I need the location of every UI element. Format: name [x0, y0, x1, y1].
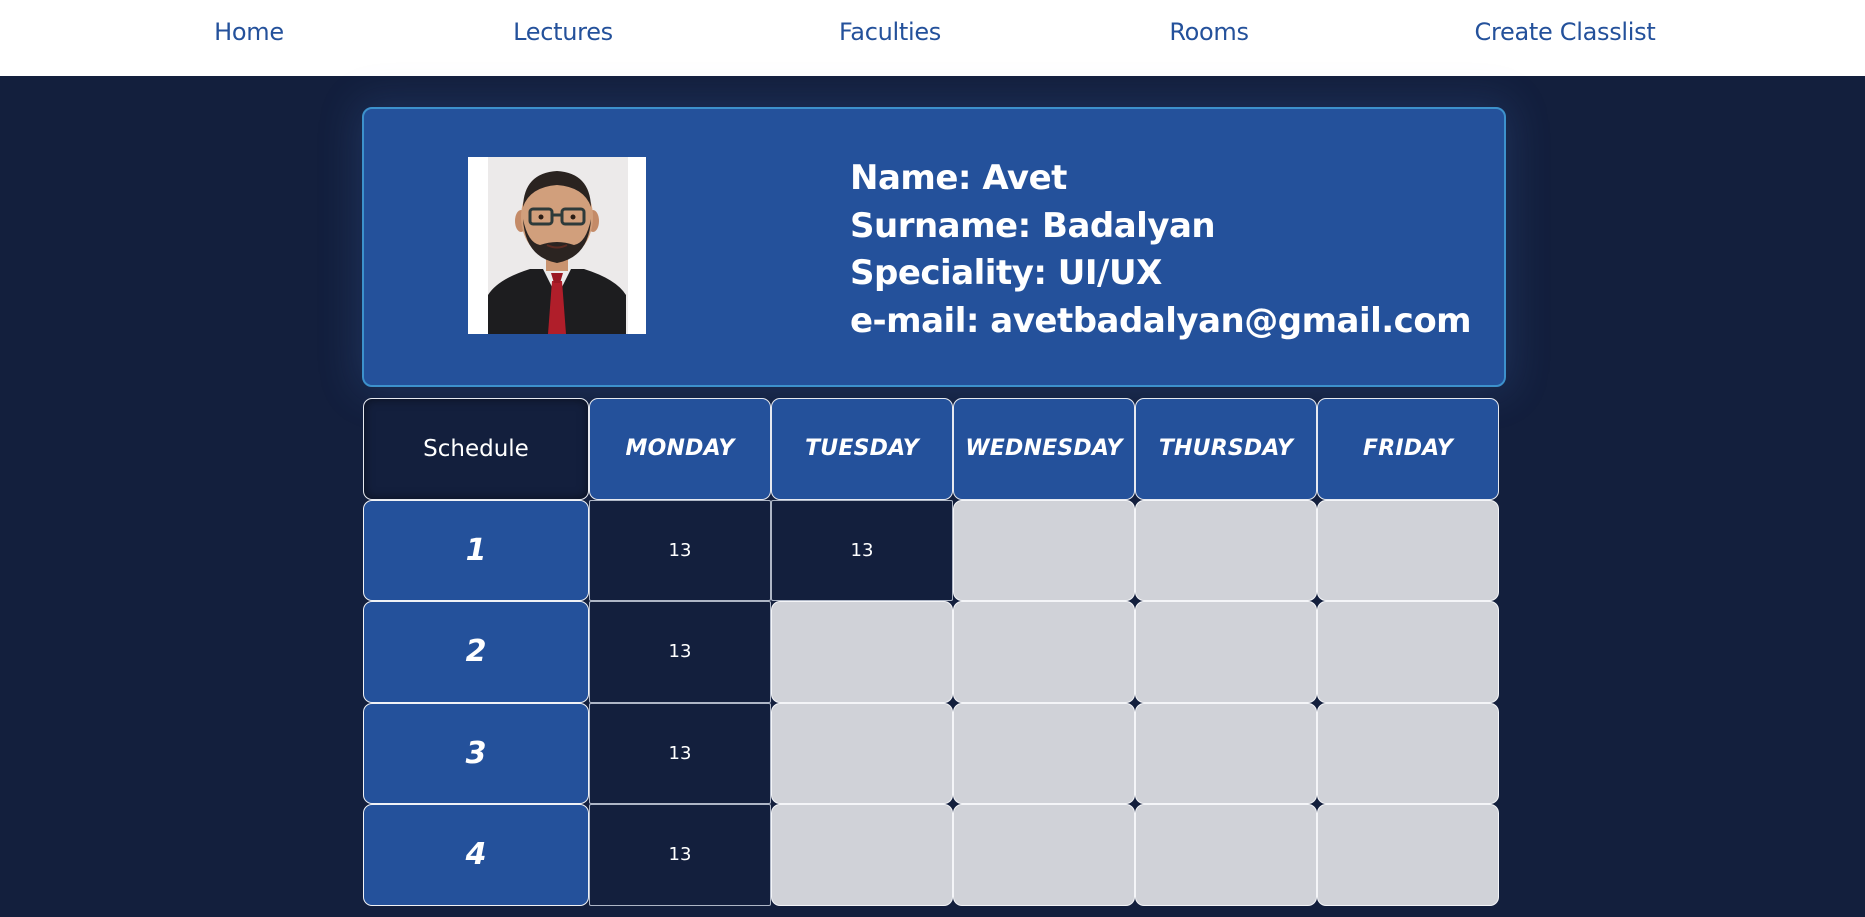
- schedule-slot-monday-2-label: 13: [668, 641, 692, 663]
- day-header-monday-label: MONDAY: [625, 436, 735, 462]
- schedule-slot-tuesday-3[interactable]: [771, 702, 953, 804]
- schedule-slot-wednesday-4[interactable]: [953, 804, 1135, 906]
- profile-email: e-mail: avetbadalyan@gmail.com: [850, 300, 1472, 341]
- schedule-slot-friday-1[interactable]: [1317, 499, 1499, 601]
- profile-speciality: Speciality: UI/UX: [850, 253, 1162, 293]
- schedule-slot-thursday-3[interactable]: [1135, 702, 1317, 804]
- schedule-slot-wednesday-3[interactable]: [953, 702, 1135, 804]
- schedule-slot-wednesday-2[interactable]: [953, 601, 1135, 703]
- period-label-1-label: 1: [465, 532, 487, 568]
- person-photo-icon: [468, 157, 646, 334]
- profile-surname: Surname: Badalyan: [850, 205, 1216, 246]
- period-label-4: 4: [363, 804, 589, 906]
- schedule-slot-friday-2[interactable]: [1317, 601, 1499, 703]
- day-header-friday-label: FRIDAY: [1362, 436, 1454, 462]
- nav-link-lectures[interactable]: Lectures: [513, 18, 613, 46]
- schedule-slot-monday-1-label: 13: [668, 539, 692, 561]
- profile-info: Name: Avet Surname: Badalyan Speciality:…: [850, 155, 1472, 345]
- schedule-slot-monday-3[interactable]: 13: [589, 702, 771, 804]
- day-header-friday: FRIDAY: [1317, 398, 1499, 500]
- schedule-slot-tuesday-1-label: 13: [850, 539, 874, 561]
- period-label-2-label: 2: [465, 634, 487, 670]
- period-label-2: 2: [363, 601, 589, 703]
- period-label-3: 3: [363, 702, 589, 804]
- nav-link-create-classlist[interactable]: Create Classlist: [1475, 18, 1656, 46]
- schedule-slot-tuesday-2[interactable]: [771, 601, 953, 703]
- day-header-wednesday-label: WEDNESDAY: [965, 436, 1123, 462]
- schedule-slot-monday-2[interactable]: 13: [589, 601, 771, 703]
- day-header-tuesday: TUESDAY: [771, 398, 953, 500]
- schedule-slot-friday-4[interactable]: [1317, 804, 1499, 906]
- period-label-3-label: 3: [465, 735, 487, 771]
- schedule-slot-wednesday-1[interactable]: [953, 499, 1135, 601]
- schedule-slot-tuesday-4[interactable]: [771, 804, 953, 906]
- day-header-wednesday: WEDNESDAY: [953, 398, 1135, 500]
- nav-link-faculties[interactable]: Faculties: [839, 18, 941, 46]
- nav-link-home[interactable]: Home: [214, 18, 284, 46]
- period-label-4-label: 4: [465, 837, 487, 873]
- day-header-tuesday-label: TUESDAY: [805, 436, 919, 462]
- profile-card: Name: Avet Surname: Badalyan Speciality:…: [362, 107, 1506, 387]
- top-navigation: Home Lectures Faculties Rooms Create Cla…: [0, 0, 1865, 76]
- day-header-thursday: THURSDAY: [1135, 398, 1317, 500]
- schedule-corner-header: Schedule: [363, 398, 589, 500]
- profile-name: Name: Avet: [850, 158, 1067, 198]
- schedule-slot-tuesday-1[interactable]: 13: [771, 499, 953, 601]
- nav-link-rooms[interactable]: Rooms: [1169, 18, 1249, 46]
- schedule-slot-monday-3-label: 13: [668, 742, 692, 764]
- day-header-thursday-label: THURSDAY: [1158, 436, 1294, 462]
- schedule-slot-monday-4[interactable]: 13: [589, 804, 771, 906]
- day-header-monday: MONDAY: [589, 398, 771, 500]
- schedule-slot-thursday-2[interactable]: [1135, 601, 1317, 703]
- schedule-slot-monday-4-label: 13: [668, 844, 692, 866]
- profile-avatar-photo: [468, 157, 646, 334]
- schedule-slot-monday-1[interactable]: 13: [589, 499, 771, 601]
- schedule-slot-thursday-4[interactable]: [1135, 804, 1317, 906]
- schedule-corner-header-label: Schedule: [423, 435, 529, 462]
- period-label-1: 1: [363, 499, 589, 601]
- schedule-slot-friday-3[interactable]: [1317, 702, 1499, 804]
- schedule-slot-thursday-1[interactable]: [1135, 499, 1317, 601]
